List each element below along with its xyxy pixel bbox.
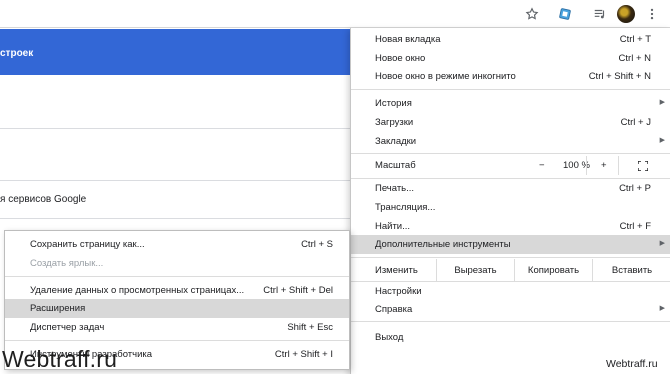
menu-item-label: Новая вкладка: [375, 34, 441, 45]
menu-item-zoom: Масштаб − 100 % +: [351, 155, 670, 176]
menu-item-label: Новое окно: [375, 53, 426, 64]
menu-item-history[interactable]: История ▶: [351, 94, 670, 113]
menu-item-label: Трансляция...: [375, 202, 436, 213]
menu-item-print[interactable]: Печать... Ctrl + P: [351, 179, 670, 198]
media-icon[interactable]: [590, 4, 610, 24]
copy-button-label: Копировать: [527, 264, 580, 276]
menu-item-label: Изменить: [375, 265, 418, 276]
fullscreen-icon[interactable]: [637, 160, 649, 172]
zoom-in-button[interactable]: +: [601, 160, 607, 171]
menu-item-new-tab[interactable]: Новая вкладка Ctrl + T: [351, 30, 670, 49]
menu-item-shortcut: Ctrl + P: [619, 183, 651, 194]
divider: [0, 128, 350, 129]
submenu-item-shortcut: Shift + Esc: [287, 322, 333, 333]
menu-item-label: Найти...: [375, 221, 411, 232]
chevron-right-icon: ▶: [659, 240, 665, 247]
menu-item-shortcut: Ctrl + T: [619, 34, 651, 45]
menu-item-label: Печать...: [375, 183, 415, 194]
more-vert-icon[interactable]: [642, 4, 662, 24]
zoom-out-button[interactable]: −: [539, 160, 545, 171]
paste-button-label: Вставить: [611, 264, 653, 276]
chevron-right-icon: ▶: [659, 305, 665, 312]
chevron-right-icon: ▶: [659, 99, 665, 106]
page-text: я сервисов Google: [0, 194, 87, 205]
submenu-item-shortcut: Ctrl + Shift + Del: [263, 285, 333, 296]
menu-separator: [5, 276, 349, 277]
submenu-item-extensions[interactable]: Расширения: [5, 299, 349, 318]
submenu-item-label: Сохранить страницу как...: [30, 239, 145, 250]
menu-item-label: Масштаб: [375, 160, 416, 171]
menu-item-exit[interactable]: Выход: [351, 328, 670, 347]
menu-item-label: Новое окно в режиме инкогнито: [375, 71, 516, 82]
menu-item-label: Дополнительные инструменты: [375, 239, 511, 250]
submenu-item-label: Создать ярлык...: [30, 258, 104, 269]
menu-item-shortcut: Ctrl + Shift + N: [588, 71, 651, 82]
browser-toolbar: [0, 0, 670, 28]
menu-item-label: Загрузки: [375, 117, 414, 128]
menu-item-settings[interactable]: Настройки: [351, 282, 670, 301]
menu-separator: [351, 321, 670, 322]
menu-item-label: История: [375, 98, 412, 109]
submenu-item-label: Удаление данных о просмотренных страница…: [30, 285, 245, 296]
menu-item-new-window[interactable]: Новое окно Ctrl + N: [351, 49, 670, 68]
menu-item-bookmarks[interactable]: Закладки ▶: [351, 132, 670, 151]
submenu-item-label: Расширения: [30, 303, 86, 314]
divider: [586, 156, 587, 175]
menu-separator: [351, 89, 670, 90]
menu-separator: [351, 257, 670, 258]
divider: [618, 156, 619, 175]
cut-button-label: Вырезать: [454, 264, 497, 276]
chrome-main-menu: Новая вкладка Ctrl + T Новое окно Ctrl +…: [350, 28, 670, 374]
menu-item-edit: Изменить Вырезать Копировать Вставить: [351, 259, 670, 281]
watermark: Webtraff.ru: [2, 346, 118, 372]
menu-item-cast[interactable]: Трансляция...: [351, 198, 670, 217]
menu-item-more-tools[interactable]: Дополнительные инструменты ▶: [351, 235, 670, 254]
menu-item-label: Закладки: [375, 136, 417, 147]
menu-item-label: Выход: [375, 332, 404, 343]
menu-item-shortcut: Ctrl + N: [618, 53, 651, 64]
submenu-item-shortcut: Ctrl + Shift + I: [274, 349, 333, 360]
copy-button[interactable]: Копировать: [514, 259, 592, 281]
submenu-item-label: Диспетчер задач: [30, 322, 105, 333]
divider: [0, 218, 350, 219]
submenu-item-task-manager[interactable]: Диспетчер задач Shift + Esc: [5, 318, 349, 337]
menu-item-shortcut: Ctrl + J: [620, 117, 651, 128]
menu-item-shortcut: Ctrl + F: [619, 221, 651, 232]
paste-button[interactable]: Вставить: [592, 259, 670, 281]
menu-item-find[interactable]: Найти... Ctrl + F: [351, 217, 670, 236]
menu-item-label: Настройки: [375, 286, 422, 297]
chevron-right-icon: ▶: [659, 137, 665, 144]
page-header-bar: строек: [0, 29, 350, 75]
submenu-item-shortcut: Ctrl + S: [301, 239, 333, 250]
menu-item-incognito[interactable]: Новое окно в режиме инкогнито Ctrl + Shi…: [351, 67, 670, 86]
submenu-item-save-page[interactable]: Сохранить страницу как... Ctrl + S: [5, 235, 349, 254]
submenu-item-clear-data[interactable]: Удаление данных о просмотренных страница…: [5, 281, 349, 300]
menu-item-label: Справка: [375, 304, 413, 315]
page-header-title: строек: [0, 48, 34, 59]
watermark: Webtraff.ru: [606, 358, 658, 370]
submenu-item-create-shortcut: Создать ярлык...: [5, 254, 349, 273]
cut-button[interactable]: Вырезать: [436, 259, 514, 281]
avatar[interactable]: [617, 5, 635, 23]
menu-separator: [351, 153, 670, 154]
menu-item-downloads[interactable]: Загрузки Ctrl + J: [351, 113, 670, 132]
menu-separator: [5, 340, 349, 341]
star-icon[interactable]: [522, 4, 542, 24]
menu-item-help[interactable]: Справка ▶: [351, 300, 670, 319]
extension-icon[interactable]: [555, 4, 575, 24]
divider: [0, 180, 350, 181]
